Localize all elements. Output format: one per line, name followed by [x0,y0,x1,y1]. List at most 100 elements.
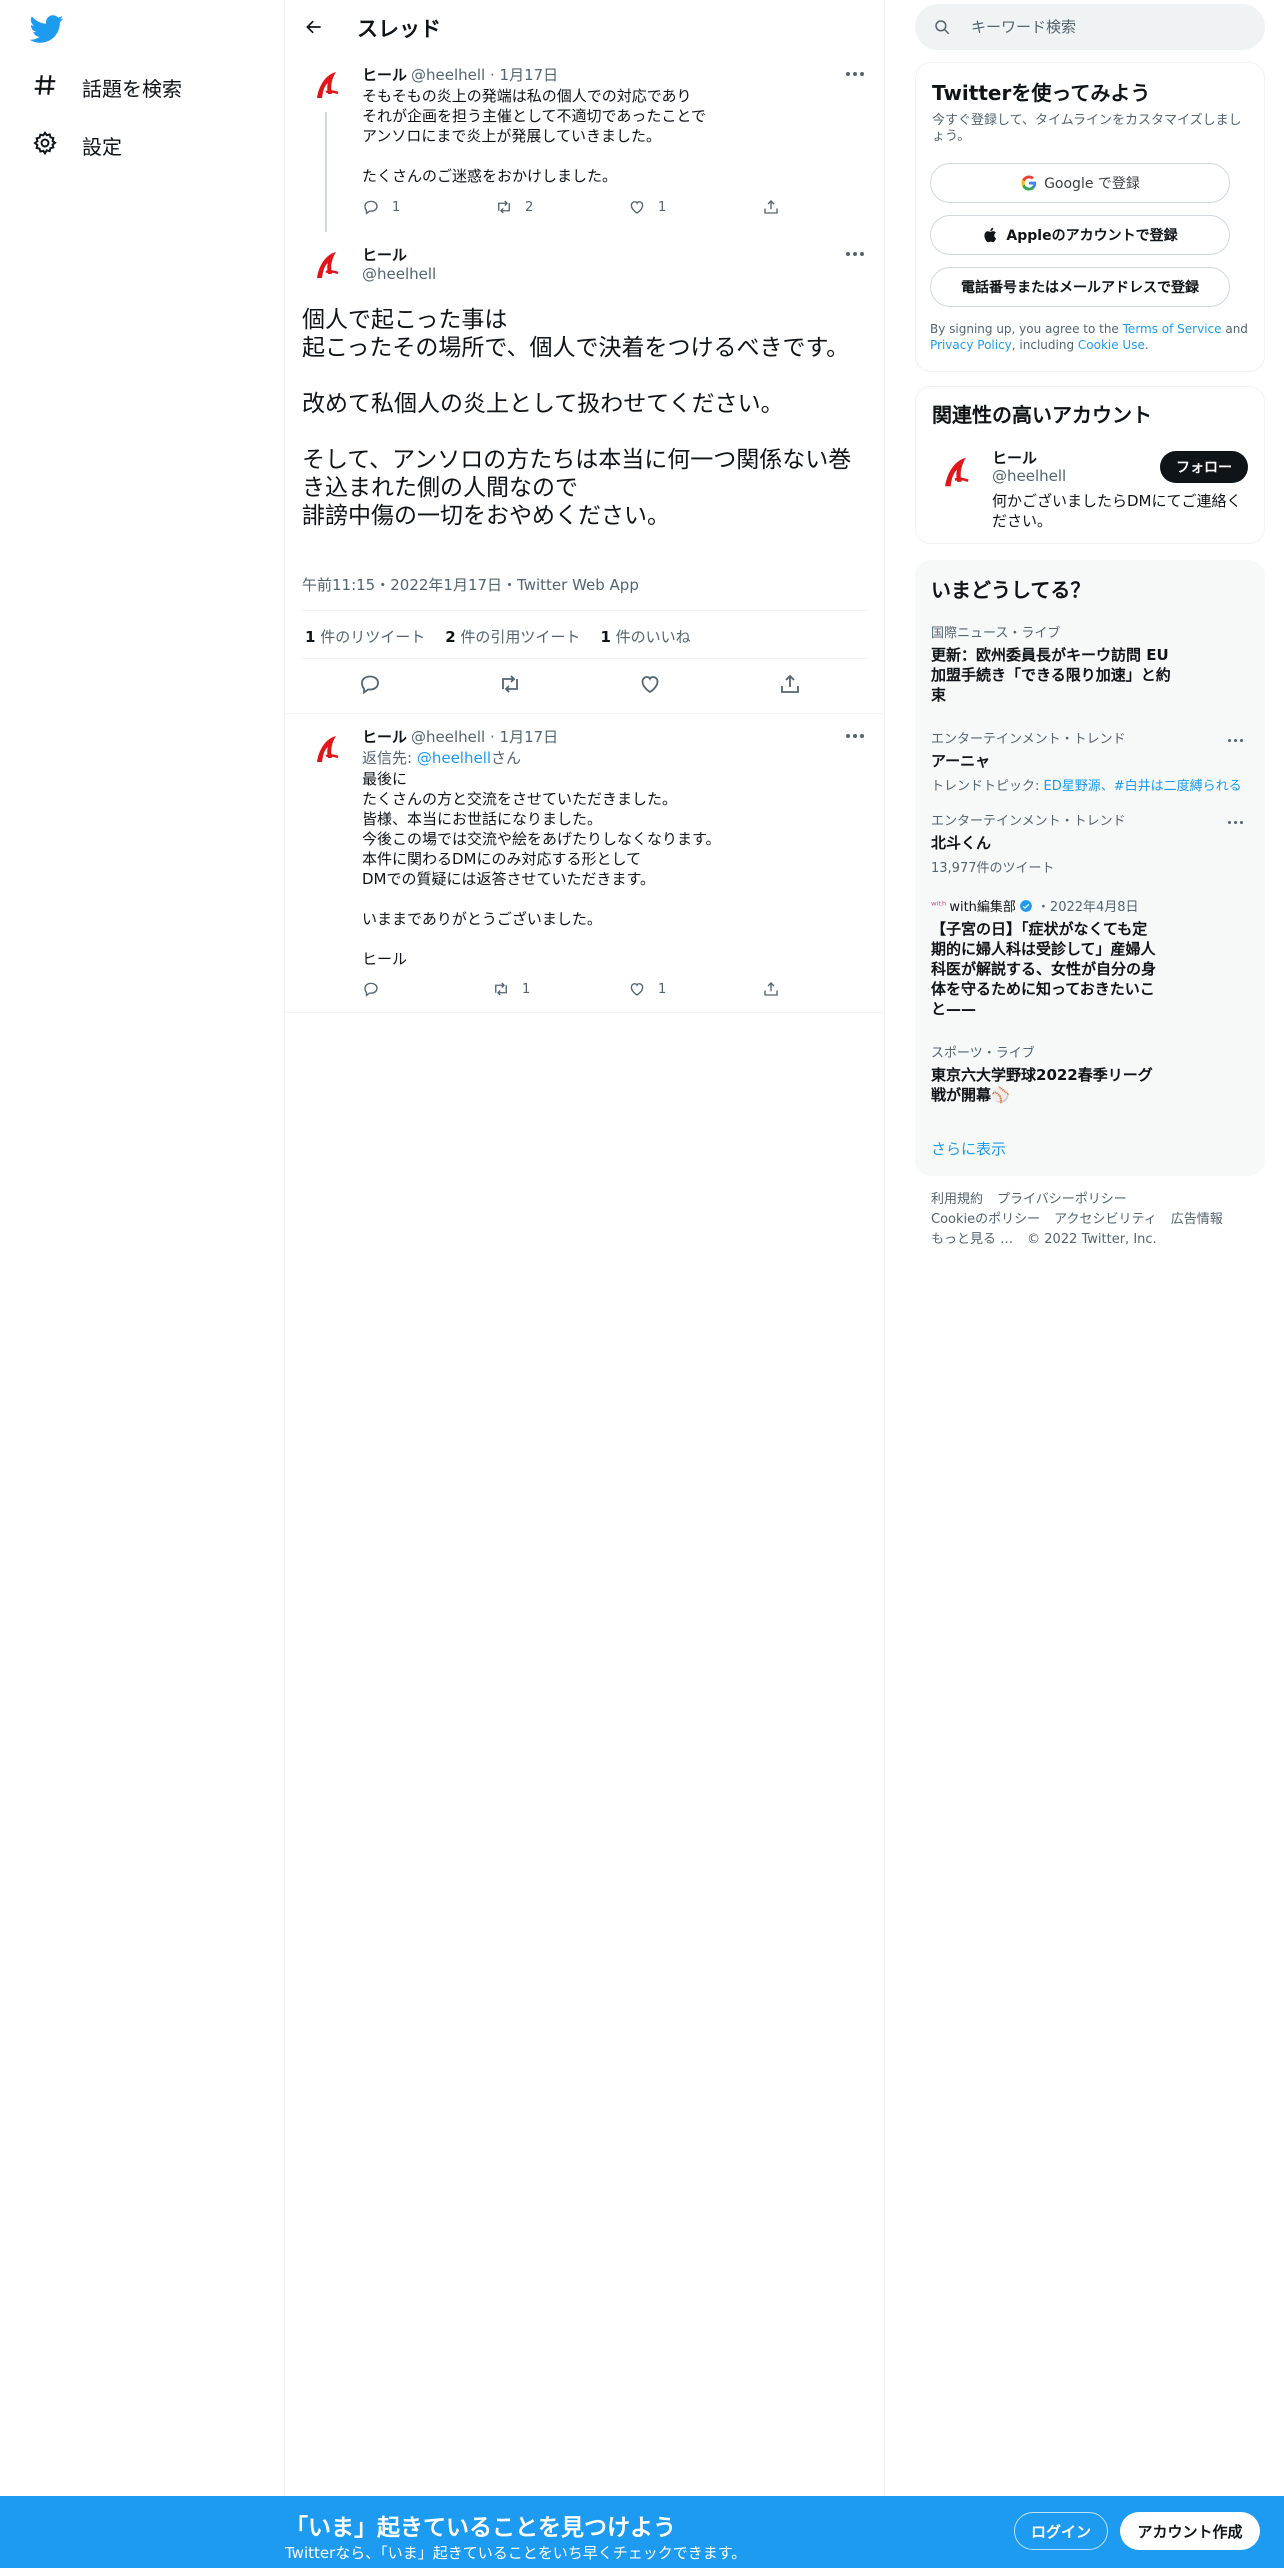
avatar[interactable] [932,449,978,495]
privacy-link[interactable]: Privacy Policy [930,338,1012,352]
show-more-link[interactable]: さらに表示 [931,1138,1006,1159]
twitter-bird-logo-icon[interactable] [29,12,70,46]
author-handle[interactable]: @heelhell [362,265,436,283]
tweet-actions: 1 1 [362,980,802,1004]
avatar[interactable] [305,244,347,286]
news-source-logo-icon: ʷⁱᵗʰ [931,899,947,912]
more-options-button[interactable] [843,244,867,264]
like-stat[interactable]: 1 件のいいね [600,626,690,647]
login-button[interactable]: ログイン [1014,2512,1108,2550]
main-column: スレッド ヒール @heelhell · 1月17日 そもそもの炎上の発端は私の個… [285,0,885,2568]
news-date: ・2022年4月8日 [1036,900,1139,915]
more-options-button[interactable] [843,726,867,746]
footer-link-cookie[interactable]: Cookieのポリシー [931,1212,1040,1227]
trend-item[interactable]: スポーツ・ライブ 東京六大学野球2022春季リーグ戦が開幕⚾️ [931,1042,1161,1105]
footer-link-terms[interactable]: 利用規約 [931,1192,983,1207]
retweet-icon [495,982,507,996]
quote-stat[interactable]: 2 件の引用ツイート [445,626,580,647]
share-button[interactable] [762,198,792,216]
related-title: 関連性の高いアカウント [932,403,1152,427]
tweet-timestamp[interactable]: 午前11:15・2022年1月17日・Twitter Web App [302,574,639,595]
back-arrow-icon [306,20,321,34]
phone-email-signup-button[interactable]: 電話番号またはメールアドレスで登録 [930,267,1230,307]
reply-mention-link[interactable]: @heelhell [417,749,491,767]
retweet-icon [498,200,510,214]
tweet-date[interactable]: 1月17日 [500,66,559,84]
related-account-name[interactable]: ヒール [992,447,1037,468]
trend-news-item[interactable]: ʷⁱᵗʰ with編集部 ・2022年4月8日 【子宮の日】「症状がなくても定期… [931,896,1161,1019]
thread-tweet-parent[interactable]: ヒール @heelhell · 1月17日 そもそもの炎上の発端は私の個人での対応… [285,54,885,232]
bottom-bar-title: 「いま」起きていることを見つけよう [285,2515,676,2541]
terms-link[interactable]: Terms of Service [1123,322,1222,336]
share-button[interactable] [762,980,792,998]
reply-button[interactable]: 1 [362,198,400,216]
avatar[interactable] [305,64,347,106]
like-count: 1 [658,199,667,215]
footer-link-ads[interactable]: 広告情報 [1171,1212,1223,1227]
trend-topic-links[interactable]: ED星野源、#白井は二度縛られる [1044,779,1242,794]
author-name[interactable]: ヒール [362,728,407,746]
share-button[interactable] [778,672,804,698]
avatar[interactable] [305,728,347,770]
nav-item-label: 設定 [82,134,122,159]
reply-button[interactable] [358,672,384,698]
tweet-header: ヒール @heelhell · 1月17日 [362,728,559,746]
search-box[interactable] [915,4,1265,50]
tweet-header: ヒール @heelhell · 1月17日 [362,66,559,84]
author-name[interactable]: ヒール [362,66,407,84]
search-input[interactable] [971,18,1231,36]
author-name[interactable]: ヒール [362,244,407,265]
apple-signup-button[interactable]: Appleのアカウントで登録 [930,215,1230,255]
signup-title: Twitterを使ってみよう [932,81,1151,105]
signup-card: Twitterを使ってみよう 今すぐ登録して、タイムラインをカスタマイズしましょ… [915,62,1265,372]
bottom-signup-bar: 「いま」起きていることを見つけよう Twitterなら、「いま」起きていることを… [0,2496,1284,2568]
related-account-bio: 何かございましたらDMにてご連絡ください。 [992,492,1242,530]
nav-item-settings[interactable]: 設定 [32,123,122,167]
trend-more-button[interactable] [1223,812,1247,832]
create-account-button[interactable]: アカウント作成 [1120,2512,1260,2550]
google-signup-button[interactable]: Google で登録 [930,163,1230,203]
left-nav: 話題を検索 設定 [0,0,285,2568]
tweet-actions: 1 2 1 [362,198,802,222]
trend-item[interactable]: エンターテインメント・トレンド アーニャ トレンドトピック: ED星野源、#白井… [931,728,1242,794]
retweet-count: 2 [525,199,534,215]
retweet-stat[interactable]: 1 件のリツイート [305,626,425,647]
retweet-button[interactable]: 1 [492,980,530,998]
reply-button[interactable] [362,980,392,998]
footer-link-accessibility[interactable]: アクセシビリティ [1054,1212,1157,1227]
like-button[interactable]: 1 [628,198,666,216]
tweet-text: そもそもの炎上の発端は私の個人での対応であり それが企画を担う主催として不適切で… [362,87,706,185]
footer-link-privacy[interactable]: プライバシーポリシー [997,1192,1127,1207]
thread-header: スレッド [285,0,885,54]
author-handle[interactable]: @heelhell [411,66,485,84]
cookie-link[interactable]: Cookie Use [1078,338,1145,352]
trend-more-button[interactable] [1223,730,1247,750]
footer-link-more[interactable]: もっと見る … [931,1232,1013,1247]
tweet-text: 個人で起こった事は 起こったその場所で、個人で決着をつけるべきです。 改めて私個… [302,307,852,529]
retweet-button[interactable] [498,672,524,698]
share-icon [781,674,799,693]
follow-button[interactable]: フォロー [1160,451,1248,483]
like-count: 1 [658,981,667,997]
related-accounts-card: 関連性の高いアカウント ヒール @heelhell 何かございましたらDMにてご… [915,386,1265,544]
reply-icon [364,200,378,215]
retweet-button[interactable]: 2 [495,198,533,216]
tweet-date[interactable]: 1月17日 [500,728,559,746]
nav-item-label: 話題を検索 [82,76,182,101]
like-button[interactable] [638,672,664,698]
related-account-handle[interactable]: @heelhell [992,467,1066,485]
news-source-name: with編集部 [949,900,1016,915]
reply-icon [361,675,379,695]
nav-item-explore[interactable]: 話題を検索 [32,65,182,109]
retweet-icon [502,675,518,693]
back-button[interactable] [299,12,329,42]
share-icon [764,200,778,214]
author-handle[interactable]: @heelhell [411,728,485,746]
thread-tweet-reply[interactable]: ヒール @heelhell · 1月17日 返信先: @heelhellさん 最後… [285,714,885,1012]
like-button[interactable]: 1 [628,980,666,998]
trends-card: いまどうしてる？ 国際ニュース・ライブ 更新：欧州委員長がキーウ訪問 EU加盟手… [915,560,1265,1176]
more-options-button[interactable] [843,64,867,84]
trend-item[interactable]: 国際ニュース・ライブ 更新：欧州委員長がキーウ訪問 EU加盟手続き「できる限り加… [931,622,1231,705]
search-icon [935,20,950,35]
trend-item[interactable]: エンターテインメント・トレンド 北斗くん 13,977件のツイート [931,810,1231,876]
